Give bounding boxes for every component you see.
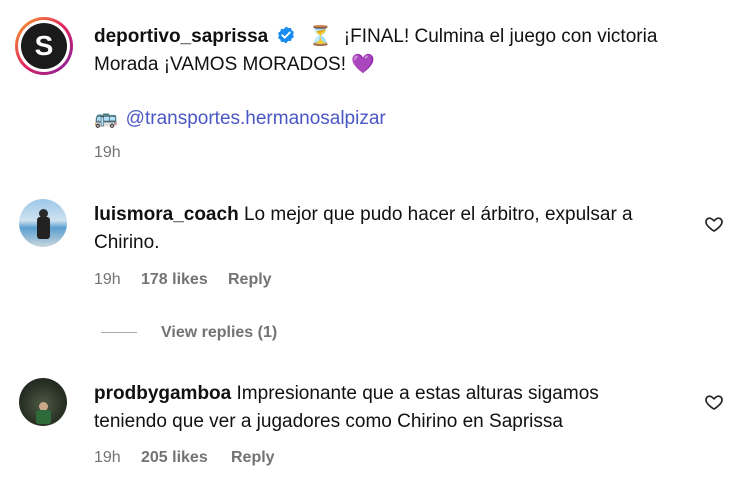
comment-line1: prodbygamboa Impresionante que a estas a…	[94, 380, 599, 408]
bus-emoji: 🚌	[94, 108, 118, 129]
comment-username[interactable]: prodbygamboa	[94, 383, 231, 404]
comment-text-line2: Chirino.	[94, 232, 160, 253]
caption-mention-line: 🚌 @transportes.hermanosalpizar	[94, 105, 386, 133]
reply-button[interactable]: Reply	[228, 271, 272, 289]
caption-body: deportivo_saprissa ⏳ ¡FINAL! Culmina el …	[94, 23, 714, 51]
comment-time: 19h	[94, 449, 121, 466]
reply-button[interactable]: Reply	[231, 449, 275, 467]
purple-heart-emoji: 💜	[351, 54, 375, 75]
verified-badge-icon	[277, 26, 294, 44]
comment-text-line1: Impresionante que a estas alturas sigamo…	[236, 383, 599, 404]
comment-avatar[interactable]	[19, 199, 67, 247]
mention-link[interactable]: @transportes.hermanosalpizar	[126, 108, 386, 129]
comment-likes[interactable]: 178 likes	[141, 271, 208, 289]
heart-outline-icon[interactable]	[704, 392, 724, 412]
caption-username[interactable]: deportivo_saprissa	[94, 26, 268, 47]
comment-line1: luismora_coach Lo mejor que pudo hacer e…	[94, 201, 633, 229]
caption-avatar[interactable]: S	[15, 17, 73, 75]
replies-divider	[101, 332, 137, 333]
comment-text-line1: Lo mejor que pudo hacer el árbitro, expu…	[243, 204, 633, 225]
comment-likes[interactable]: 205 likes	[141, 449, 208, 467]
caption-text-line1: ¡FINAL! Culmina el juego con victoria	[343, 26, 658, 47]
caption-text-line2: Morada ¡VAMOS MORADOS!	[94, 54, 352, 75]
comment-username[interactable]: luismora_coach	[94, 204, 239, 225]
caption-line2: Morada ¡VAMOS MORADOS! 💜	[94, 51, 375, 79]
avatar-logo: S	[21, 23, 67, 69]
caption-time: 19h	[94, 144, 121, 161]
heart-outline-icon[interactable]	[704, 214, 724, 234]
hourglass-emoji: ⏳	[308, 26, 333, 47]
comment-avatar[interactable]	[19, 378, 67, 426]
view-replies-button[interactable]: View replies (1)	[161, 324, 277, 342]
comment-time: 19h	[94, 271, 121, 288]
comment-text-line2: teniendo que ver a jugadores como Chirin…	[94, 411, 563, 432]
